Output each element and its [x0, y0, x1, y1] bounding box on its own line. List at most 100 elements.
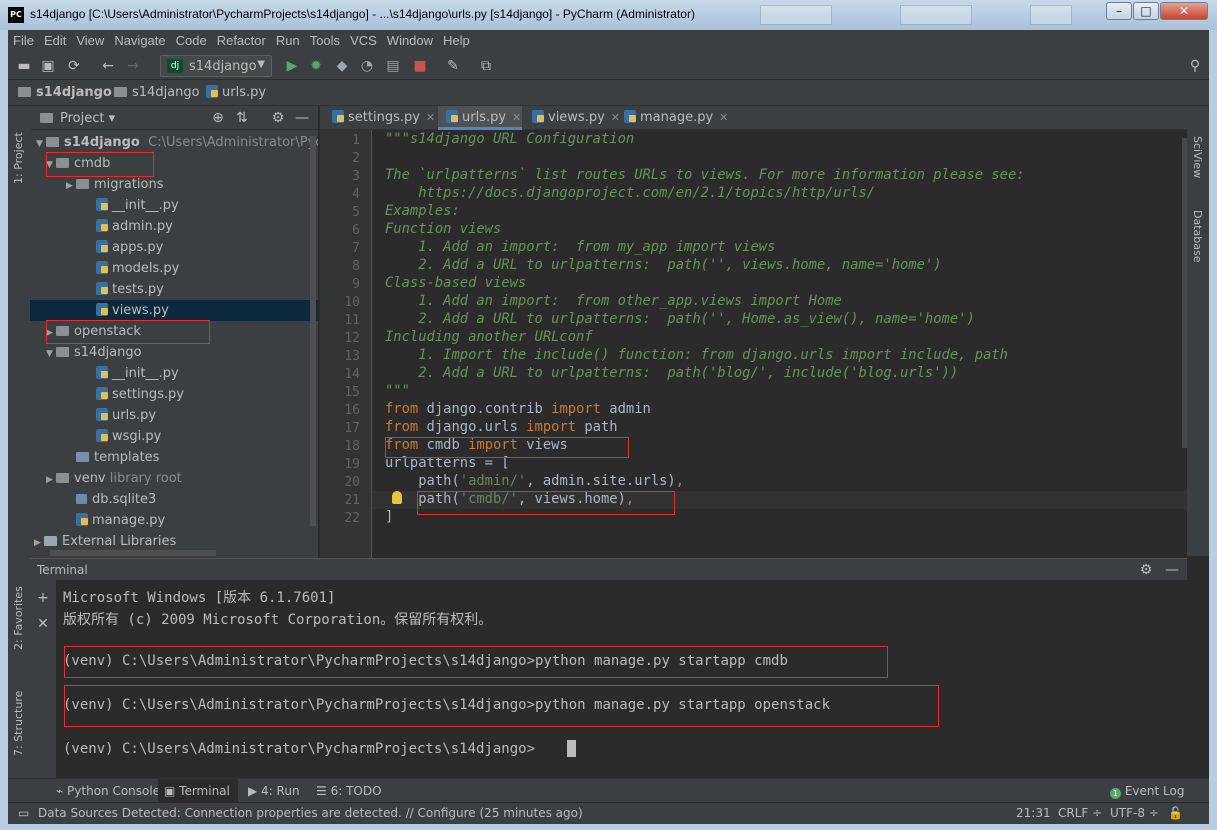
- tree-item[interactable]: ▼ s14django: [30, 342, 318, 363]
- tree-item[interactable]: apps.py: [30, 237, 318, 258]
- project-hscrollbar[interactable]: [50, 550, 216, 556]
- menu-vcs[interactable]: VCS: [345, 30, 382, 48]
- favorites-tool-tab[interactable]: 2: Favorites: [12, 586, 25, 650]
- breadcrumb-item-package[interactable]: s14django: [114, 85, 200, 100]
- editor-scrollbar[interactable]: [1182, 138, 1187, 448]
- tab-manage[interactable]: manage.py ✕: [616, 106, 728, 130]
- tab-settings[interactable]: settings.py ✕: [324, 106, 436, 130]
- gear-icon[interactable]: ⚙: [1138, 562, 1154, 578]
- stop-icon[interactable]: ■: [412, 58, 428, 74]
- save-icon[interactable]: ▣: [40, 58, 56, 74]
- coverage-icon[interactable]: ◆: [334, 58, 350, 74]
- tab-python-console[interactable]: ⌁ Python Console: [50, 779, 168, 803]
- code-line: 1. Add an import: from other_app.views i…: [385, 293, 842, 309]
- locate-icon[interactable]: ⊕: [210, 110, 226, 126]
- debug-icon[interactable]: ✹: [308, 58, 324, 74]
- add-icon[interactable]: +: [35, 590, 51, 606]
- close-button[interactable]: ✕: [1160, 2, 1208, 20]
- python-file-icon: [76, 513, 88, 526]
- tree-item[interactable]: ▶ External Libraries: [30, 531, 318, 552]
- code-line: """: [385, 383, 410, 399]
- sync-icon[interactable]: ⟳: [66, 58, 82, 74]
- database-tool-tab[interactable]: Database: [1191, 210, 1204, 263]
- terminal-prompt[interactable]: (venv) C:\Users\Administrator\PycharmPro…: [63, 741, 535, 757]
- line-separator[interactable]: CRLF ÷: [1058, 806, 1102, 820]
- menu-run[interactable]: Run: [271, 30, 305, 48]
- forward-icon[interactable]: →: [125, 58, 141, 74]
- menu-tools[interactable]: Tools: [305, 30, 345, 48]
- tree-item[interactable]: ▶ venv library root: [30, 468, 318, 489]
- minimize-button[interactable]: –: [1106, 2, 1132, 20]
- project-scrollbar[interactable]: [310, 136, 316, 526]
- code-line: path('admin/', admin.site.urls),: [385, 473, 685, 489]
- menu-view[interactable]: View: [71, 30, 109, 48]
- project-view-select[interactable]: Project ▾: [60, 111, 115, 126]
- concurrency-icon[interactable]: ▤: [385, 58, 401, 74]
- gear-icon[interactable]: ⚙: [270, 110, 286, 126]
- line-number: 5: [352, 205, 360, 220]
- search-icon[interactable]: ⚲: [1187, 58, 1203, 74]
- code-editor[interactable]: 1 2 3 4 5 6 7 8 9 10 11 12 13 14 15 16 17 18 19 20 21 22 """s…: [320, 130, 1187, 558]
- tab-views[interactable]: views.py ✕: [524, 106, 620, 130]
- breadcrumb-item-project[interactable]: s14django: [18, 85, 112, 100]
- profile-icon[interactable]: ◔: [359, 58, 375, 74]
- tree-item[interactable]: ▶ migrations: [30, 174, 318, 195]
- open-icon[interactable]: ▬: [16, 58, 32, 74]
- tree-item-label: venv: [74, 471, 106, 486]
- sciview-tool-tab[interactable]: SciView: [1191, 136, 1204, 178]
- tree-item[interactable]: views.py: [30, 300, 318, 321]
- lock-icon[interactable]: 🔓: [1168, 806, 1183, 820]
- tree-item[interactable]: admin.py: [30, 216, 318, 237]
- menu-help[interactable]: Help: [438, 30, 475, 48]
- caret-position[interactable]: 21:31: [1016, 806, 1051, 820]
- line-number: 14: [344, 367, 360, 382]
- tab-terminal[interactable]: ▣ Terminal: [158, 779, 238, 803]
- status-toggle-icon[interactable]: ▭: [18, 806, 29, 820]
- tree-root[interactable]: ▼s14django C:\Users\Administrator\Pychar…: [30, 132, 318, 153]
- close-icon[interactable]: ✕: [35, 616, 51, 632]
- tree-item[interactable]: __init__.py: [30, 363, 318, 384]
- menu-refactor[interactable]: Refactor: [212, 30, 271, 48]
- tab-todo[interactable]: ☰ 6: TODO: [310, 779, 390, 803]
- menu-navigate[interactable]: Navigate: [109, 30, 170, 48]
- tree-item[interactable]: tests.py: [30, 279, 318, 300]
- project-panel: Project ▾ ⊕ ⇅ ⚙ — ▼ s14django C:\Users\Ad…: [30, 106, 318, 558]
- collapse-icon[interactable]: ⇅: [234, 110, 250, 126]
- maximize-button[interactable]: □: [1133, 2, 1159, 20]
- event-log-button[interactable]: 1 Event Log: [1104, 779, 1192, 803]
- status-message[interactable]: Data Sources Detected: Connection proper…: [38, 806, 583, 820]
- menu-edit[interactable]: Edit: [39, 30, 71, 48]
- python-file-icon: [96, 240, 108, 253]
- breadcrumb-item-file[interactable]: urls.py: [206, 85, 266, 100]
- menu-file[interactable]: File: [8, 30, 39, 48]
- tree-item[interactable]: manage.py: [30, 510, 318, 531]
- structure-tool-tab[interactable]: 7: Structure: [12, 691, 25, 756]
- hide-panel-icon[interactable]: —: [294, 110, 310, 126]
- tree-item[interactable]: wsgi.py: [30, 426, 318, 447]
- file-encoding[interactable]: UTF-8 ÷: [1110, 806, 1159, 820]
- line-number: 7: [352, 241, 360, 256]
- tree-item[interactable]: db.sqlite3: [30, 489, 318, 510]
- tab-urls[interactable]: urls.py ✕: [438, 106, 522, 130]
- run-icon[interactable]: ▶: [284, 58, 300, 74]
- back-icon[interactable]: ←: [100, 58, 116, 74]
- project-tool-tab[interactable]: 1: Project: [12, 132, 25, 184]
- line-number: 17: [344, 421, 360, 436]
- lightbulb-icon[interactable]: [392, 491, 402, 504]
- settings-icon[interactable]: ✎: [445, 58, 461, 74]
- tree-item[interactable]: settings.py: [30, 384, 318, 405]
- python-file-icon: [96, 219, 108, 232]
- background-window-tab: [1030, 5, 1072, 25]
- menu-window[interactable]: Window: [382, 30, 438, 48]
- tab-run[interactable]: ▶ 4: Run: [242, 779, 308, 803]
- tree-item[interactable]: models.py: [30, 258, 318, 279]
- run-configuration-select[interactable]: dj s14django ▼: [160, 55, 272, 77]
- menu-code[interactable]: Code: [171, 30, 212, 48]
- tree-item[interactable]: __init__.py: [30, 195, 318, 216]
- structure-icon[interactable]: ⧉: [478, 58, 494, 74]
- tree-item[interactable]: urls.py: [30, 405, 318, 426]
- tree-item-label: urls.py: [112, 408, 157, 423]
- hide-panel-icon[interactable]: —: [1164, 562, 1180, 578]
- tree-item[interactable]: templates: [30, 447, 318, 468]
- terminal-side-toolbar: + ✕: [30, 580, 56, 778]
